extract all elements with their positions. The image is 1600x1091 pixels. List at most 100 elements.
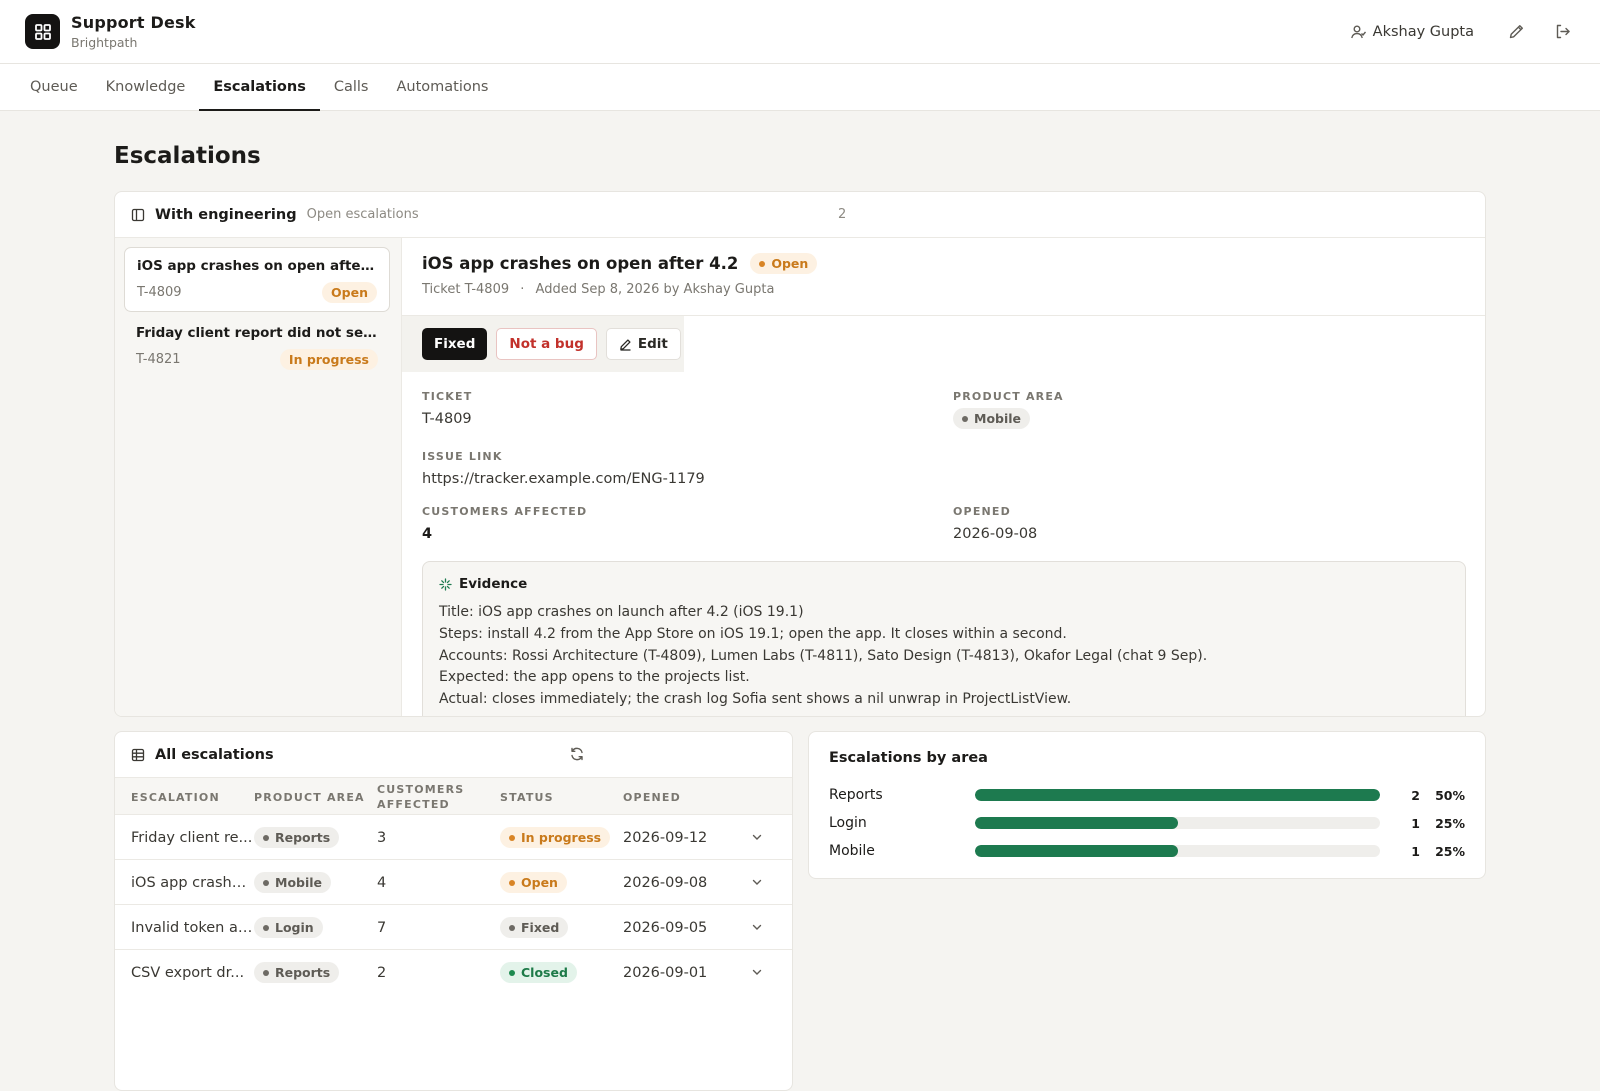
tab-automations[interactable]: Automations bbox=[382, 64, 502, 110]
chevron-down-icon[interactable] bbox=[751, 831, 763, 843]
status-text: In progress bbox=[288, 352, 369, 367]
all-escalations-title: All escalations bbox=[155, 746, 274, 763]
edit-escalation-button[interactable]: Edit bbox=[605, 328, 681, 360]
all-escalations-header: All escalations bbox=[115, 732, 792, 778]
table-row[interactable]: iOS app crashe... Mobile 4 Open 2026-09-… bbox=[115, 860, 792, 905]
engineering-count: 2 bbox=[838, 207, 847, 222]
evidence-title: Evidence bbox=[459, 576, 528, 592]
area-dot bbox=[263, 879, 269, 886]
engineering-title: With engineering bbox=[155, 206, 297, 223]
status-badge: Open bbox=[750, 253, 818, 274]
sparkle-icon bbox=[439, 577, 452, 591]
area-bar-fill bbox=[975, 789, 1380, 801]
chevron-down-icon[interactable] bbox=[751, 966, 763, 978]
customers-cell: 3 bbox=[377, 829, 387, 846]
engineering-panel: With engineering Open escalations 2 iOS … bbox=[114, 191, 1486, 717]
by-area-title: Escalations by area bbox=[829, 750, 988, 766]
customers-cell: 7 bbox=[377, 919, 387, 936]
all-escalations-panel: All escalations ESCALATION PRODUCT AREA … bbox=[114, 731, 793, 1091]
evidence-line: Title: iOS app crashes on launch after 4… bbox=[439, 604, 804, 620]
escalation-list-item[interactable]: iOS app crashes on open after ... T-4809… bbox=[124, 247, 390, 312]
opened-value: 2026-09-08 bbox=[953, 526, 1038, 542]
area-bar-label: Login bbox=[829, 815, 867, 831]
escalation-text: CSV export dr... bbox=[131, 964, 245, 981]
tab-knowledge[interactable]: Knowledge bbox=[92, 64, 200, 110]
evidence-line: Steps: install 4.2 from the App Store on… bbox=[439, 625, 1067, 642]
status-badge: Open bbox=[322, 282, 377, 303]
main-tabs: Queue Knowledge Escalations Calls Automa… bbox=[0, 64, 1600, 111]
status-text: Closed bbox=[521, 965, 568, 980]
evidence-line: Accounts: Rossi Architecture (T-4809), L… bbox=[439, 647, 1208, 664]
user-menu[interactable]: Akshay Gupta bbox=[1350, 24, 1474, 40]
issue-link-label: ISSUE LINK bbox=[422, 450, 503, 463]
status-dot bbox=[509, 834, 515, 841]
tab-escalations[interactable]: Escalations bbox=[199, 64, 320, 111]
tab-queue[interactable]: Queue bbox=[16, 64, 92, 110]
escalation-detail: iOS app crashes on open after 4.2 Open T… bbox=[402, 238, 1485, 716]
customers-cell: 2 bbox=[377, 964, 387, 981]
tab-calls[interactable]: Calls bbox=[320, 64, 383, 110]
detail-title: iOS app crashes on open after 4.2 bbox=[422, 254, 739, 273]
area-bar-track bbox=[975, 817, 1380, 829]
edit-button[interactable] bbox=[1502, 18, 1530, 46]
status-text: Fixed bbox=[521, 920, 560, 935]
table-row[interactable]: Friday client re... Reports 3 In progres… bbox=[115, 815, 792, 860]
area-bar-row: Login 1 25% bbox=[829, 812, 1465, 834]
table-row[interactable]: CSV export dr... Reports 2 Closed 2026-0… bbox=[115, 950, 792, 995]
area-dot bbox=[263, 834, 269, 841]
status-dot bbox=[509, 879, 515, 886]
escalation-id: T-4809 bbox=[137, 285, 182, 300]
escalation-cell: iOS app crashe... bbox=[131, 860, 253, 905]
col-escalation[interactable]: ESCALATION bbox=[131, 790, 220, 805]
area-bar-percent: 25% bbox=[1435, 843, 1465, 859]
area-bar-label: Mobile bbox=[829, 843, 875, 859]
panel-icon bbox=[131, 208, 145, 221]
fixed-button[interactable]: Fixed bbox=[422, 328, 488, 360]
opened-cell: 2026-09-08 bbox=[623, 874, 708, 891]
escalation-id: T-4821 bbox=[136, 352, 181, 367]
area-cell: Reports bbox=[254, 950, 340, 995]
logout-button[interactable] bbox=[1548, 18, 1576, 46]
escalation-text: Friday client re... bbox=[131, 829, 253, 846]
customers-cell: 4 bbox=[377, 874, 387, 891]
escalation-list-item[interactable]: Friday client report did not send T-4821… bbox=[124, 315, 390, 380]
status-cell: In progress bbox=[500, 815, 611, 860]
escalations-by-area-panel: Escalations by area Reports 2 50% Login … bbox=[808, 731, 1486, 879]
escalation-text: iOS app crashe... bbox=[131, 874, 253, 891]
evidence-text: Title: iOS app crashes on launch after 4… bbox=[439, 602, 1449, 711]
status-text: Open bbox=[521, 875, 558, 890]
evidence-line: Expected: the app opens to the projects … bbox=[439, 669, 750, 686]
escalation-text: Invalid token af... bbox=[131, 919, 253, 936]
col-opened[interactable]: OPENED bbox=[623, 790, 681, 805]
area-text: Reports bbox=[275, 830, 331, 845]
area-bar-fill bbox=[975, 817, 1178, 829]
status-badge: In progress bbox=[279, 349, 378, 370]
refresh-button[interactable] bbox=[569, 746, 585, 766]
top-bar: Support Desk Brightpath Akshay Gupta bbox=[0, 0, 1600, 64]
col-customers-affected[interactable]: CUSTOMERS AFFECTED bbox=[377, 782, 464, 812]
area-cell: Login bbox=[254, 905, 323, 950]
status-cell: Closed bbox=[500, 950, 577, 995]
added-info: Added Sep 8, 2026 by Akshay Gupta bbox=[535, 282, 775, 297]
area-bar-percent: 50% bbox=[1435, 787, 1465, 803]
chevron-down-icon[interactable] bbox=[751, 876, 763, 888]
col-product-area[interactable]: PRODUCT AREA bbox=[254, 790, 365, 805]
area-bar-label: Reports bbox=[829, 787, 883, 803]
refresh-icon bbox=[571, 747, 583, 761]
area-bar-track bbox=[975, 789, 1380, 801]
status-text: Open bbox=[331, 285, 368, 300]
app-logo-icon[interactable] bbox=[25, 14, 60, 49]
col-status[interactable]: STATUS bbox=[500, 790, 554, 805]
area-dot bbox=[962, 415, 968, 422]
ticket-value: T-4809 bbox=[422, 411, 472, 427]
pencil-icon bbox=[1509, 25, 1523, 39]
not-a-bug-button[interactable]: Not a bug bbox=[496, 328, 597, 360]
table-row[interactable]: Invalid token af... Login 7 Fixed 2026-0… bbox=[115, 905, 792, 950]
chevron-down-icon[interactable] bbox=[751, 921, 763, 933]
page-title: Escalations bbox=[114, 143, 261, 169]
opened-label: OPENED bbox=[953, 505, 1011, 518]
status-cell: Open bbox=[500, 860, 567, 905]
issue-link[interactable]: https://tracker.example.com/ENG-1179 bbox=[422, 471, 705, 487]
table-header: ESCALATION PRODUCT AREA CUSTOMERS AFFECT… bbox=[115, 778, 792, 815]
evidence-box: Evidence Title: iOS app crashes on launc… bbox=[422, 561, 1466, 716]
